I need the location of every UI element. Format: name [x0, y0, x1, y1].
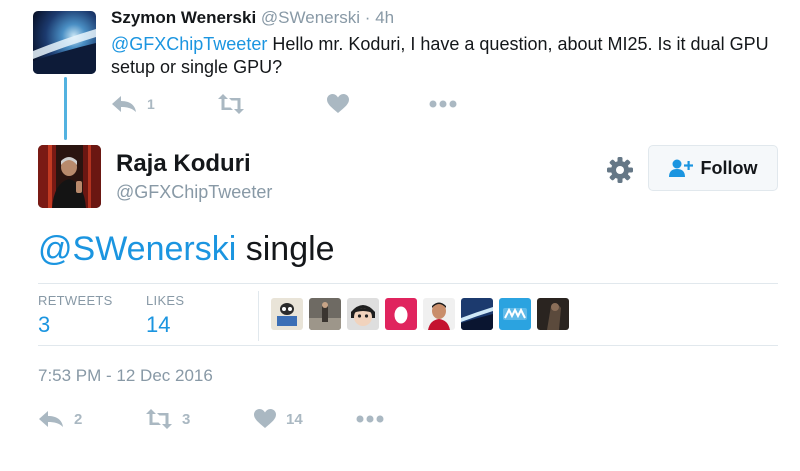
parent-like-button[interactable]: [327, 92, 359, 116]
liker-avatar[interactable]: [423, 298, 455, 330]
stats-separator: [258, 291, 259, 341]
retweets-label: RETWEETS: [38, 293, 113, 308]
header-separator: ·: [364, 8, 371, 27]
reply-icon: [39, 411, 63, 427]
add-user-icon: [668, 159, 693, 177]
follow-button-label: Follow: [700, 157, 758, 178]
retweets-value: 3: [38, 312, 51, 337]
stats-bottom-divider: [38, 345, 778, 346]
parent-more-button[interactable]: [429, 92, 457, 116]
follow-button[interactable]: Follow: [648, 145, 778, 191]
portrait-photo-image: [423, 298, 455, 330]
space-planet-image: [461, 298, 493, 330]
likers-avatar-list: [271, 298, 575, 330]
retweet-icon: [218, 94, 244, 114]
thread-connector-line: [64, 77, 67, 140]
main-like-button[interactable]: 14: [254, 406, 303, 432]
stats-top-divider: [38, 283, 778, 284]
liker-avatar[interactable]: [309, 298, 341, 330]
likes-stat[interactable]: LIKES 14: [146, 293, 184, 338]
more-icon: [429, 100, 457, 108]
parent-reply-count: 1: [147, 96, 155, 112]
heart-icon: [254, 409, 276, 428]
main-reply-count: 2: [74, 410, 83, 428]
likes-value: 14: [146, 312, 171, 337]
liker-avatar[interactable]: [537, 298, 569, 330]
liker-avatar[interactable]: [499, 298, 531, 330]
main-retweet-count: 3: [182, 410, 191, 428]
main-author-name[interactable]: Raja Koduri: [116, 150, 251, 178]
egg-avatar-image: [385, 298, 417, 330]
cartoon-avatar-image: [271, 298, 303, 330]
parent-author-handle[interactable]: @SWenerski: [261, 8, 360, 27]
main-tweet-text: @SWenerski single: [38, 228, 335, 270]
main-more-button[interactable]: [356, 406, 384, 432]
parent-mention-link[interactable]: @GFXChipTweeter: [111, 34, 267, 54]
settings-button[interactable]: [606, 156, 634, 184]
parent-author-avatar[interactable]: [33, 11, 96, 74]
main-retweet-button[interactable]: 3: [146, 406, 190, 432]
space-planet-image: [33, 11, 96, 74]
street-photo-image: [309, 298, 341, 330]
parent-retweet-button[interactable]: [218, 92, 254, 116]
gear-icon: [607, 157, 633, 183]
more-icon: [356, 415, 384, 423]
parent-tweet-time[interactable]: 4h: [375, 8, 394, 27]
retweet-icon: [146, 409, 172, 429]
main-mention-link[interactable]: @SWenerski: [38, 230, 236, 268]
parent-reply-button[interactable]: 1: [111, 92, 155, 116]
retweets-stat[interactable]: RETWEETS 3: [38, 293, 113, 338]
main-author-handle[interactable]: @GFXChipTweeter: [116, 182, 272, 203]
main-like-count: 14: [286, 410, 303, 428]
main-author-avatar[interactable]: [38, 145, 101, 208]
main-reply-button[interactable]: 2: [38, 406, 82, 432]
parent-tweet-header: Szymon Wenerski @SWenerski · 4h: [111, 8, 394, 28]
speaker-photo-image: [38, 145, 101, 208]
main-tweet-body: single: [236, 230, 335, 268]
tweet-timestamp[interactable]: 7:53 PM - 12 Dec 2016: [38, 366, 213, 386]
parent-author-name[interactable]: Szymon Wenerski: [111, 8, 256, 27]
liker-avatar[interactable]: [385, 298, 417, 330]
liker-avatar[interactable]: [461, 298, 493, 330]
liker-avatar[interactable]: [271, 298, 303, 330]
parent-tweet-text: @GFXChipTweeter Hello mr. Koduri, I have…: [111, 33, 771, 79]
reply-icon: [112, 96, 136, 112]
dark-photo-image: [537, 298, 569, 330]
heart-icon: [327, 94, 349, 113]
liker-avatar[interactable]: [347, 298, 379, 330]
likes-label: LIKES: [146, 293, 185, 308]
anime-face-image: [347, 298, 379, 330]
logo-avatar-image: [499, 298, 531, 330]
